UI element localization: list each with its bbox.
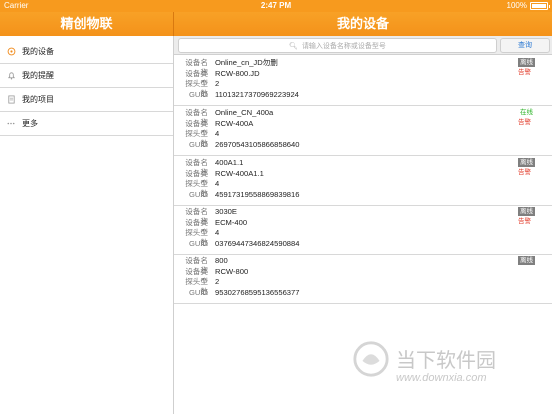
sidebar: 我的设备 我的提醒 我的项目 更多 <box>0 36 174 414</box>
document-icon <box>6 95 16 105</box>
field-value: 4 <box>215 129 220 138</box>
search-input[interactable]: 🔍︎ 请输入设备名称或设备型号 <box>178 38 497 53</box>
app-title: 精创物联 <box>60 16 113 31</box>
sidebar-item-label: 我的设备 <box>22 47 54 56</box>
watermark-url: www.downxia.com <box>396 372 487 384</box>
watermark-text: 当下软件园 <box>396 348 496 372</box>
alarm-badge: 告警 <box>518 69 531 76</box>
field-value: 400A1.1 <box>215 158 244 167</box>
status-badge: 离线 <box>518 207 535 216</box>
search-placeholder: 请输入设备名称或设备型号 <box>301 42 386 50</box>
page-title-bar: 我的设备 <box>174 12 552 36</box>
watermark-logo-icon <box>353 341 389 377</box>
field-value: 11013217370969223924 <box>215 89 299 99</box>
battery-icon <box>530 2 550 10</box>
battery-percent: 100% <box>506 1 527 10</box>
bell-icon <box>6 71 16 81</box>
device-card[interactable]: 设备名称 800 设备类型 RCW-800 探头个数 2 GUID 9530276859513… <box>174 253 552 304</box>
device-card[interactable]: 设备名称 400A1.1 设备类型 RCW-400A1.1 探头个数 4 GUID 45917… <box>174 155 552 206</box>
field-value: 03769447346824590884 <box>215 238 300 248</box>
sidebar-item-my-projects[interactable]: 我的项目 <box>0 88 173 112</box>
status-bar: Carrier 2:47 PM 100% <box>0 0 552 12</box>
field-value: Online_cn_JD勿删 <box>215 58 278 67</box>
status-badge: 离线 <box>518 158 535 167</box>
field-value: 4 <box>215 228 220 237</box>
field-value: 45917319558869839816 <box>215 189 300 199</box>
sidebar-item-my-reminders[interactable]: 我的提醒 <box>0 64 173 88</box>
field-label: GUID <box>189 89 208 99</box>
field-value: RCW-400A <box>215 118 254 128</box>
field-value: 2 <box>215 79 220 88</box>
field-label: GUID <box>189 238 208 248</box>
alarm-badge: 告警 <box>518 169 531 176</box>
field-value: 800 <box>215 256 228 265</box>
sidebar-title-bar: 精创物联 <box>0 12 174 36</box>
status-badge: 离线 <box>518 58 535 67</box>
field-value: RCW-800.JD <box>215 68 260 78</box>
sidebar-item-label: 我的提醒 <box>22 71 54 80</box>
field-value: RCW-400A1.1 <box>215 168 264 178</box>
search-bar: 🔍︎ 请输入设备名称或设备型号 查询 <box>174 36 552 55</box>
page-title: 我的设备 <box>336 16 389 31</box>
field-value: 3030E <box>215 207 237 216</box>
search-icon: 🔍︎ <box>289 42 298 50</box>
device-card[interactable]: 设备名称 3030E 设备类型 ECM-400 探头个数 4 GUID 03769447346… <box>174 204 552 255</box>
sidebar-item-label: 更多 <box>22 119 38 128</box>
status-badge: 在线 <box>520 109 533 116</box>
sidebar-item-label: 我的项目 <box>22 95 54 104</box>
field-value: ECM-400 <box>215 217 248 227</box>
field-value: 2 <box>215 277 220 286</box>
field-value: 95302768595136556377 <box>215 287 300 297</box>
device-icon <box>6 47 16 57</box>
field-label: GUID <box>189 287 208 297</box>
field-label: GUID <box>189 189 208 199</box>
field-value: 4 <box>215 179 220 188</box>
battery-indicator: 100% <box>506 0 550 12</box>
alarm-badge: 告警 <box>518 119 531 126</box>
device-card[interactable]: 设备名称 Online_CN_400a 设备类型 RCW-400A 探头个数 4 GUID 2… <box>174 105 552 156</box>
field-value: Online_CN_400a <box>215 108 274 117</box>
field-value: 26970543105866858640 <box>215 139 300 149</box>
clock: 2:47 PM <box>260 1 292 10</box>
search-button[interactable]: 查询 <box>500 38 550 53</box>
sidebar-item-my-devices[interactable]: 我的设备 <box>0 40 173 64</box>
more-icon <box>6 119 16 129</box>
field-value: RCW-800 <box>215 266 249 276</box>
sidebar-item-more[interactable]: 更多 <box>0 112 173 136</box>
field-label: GUID <box>189 139 208 149</box>
device-card[interactable]: 设备名称 Online_cn_JD勿删 设备类型 RCW-800.JD 探头个数 2 GUI… <box>174 55 552 106</box>
alarm-badge: 告警 <box>518 218 531 225</box>
status-badge: 离线 <box>518 256 535 265</box>
